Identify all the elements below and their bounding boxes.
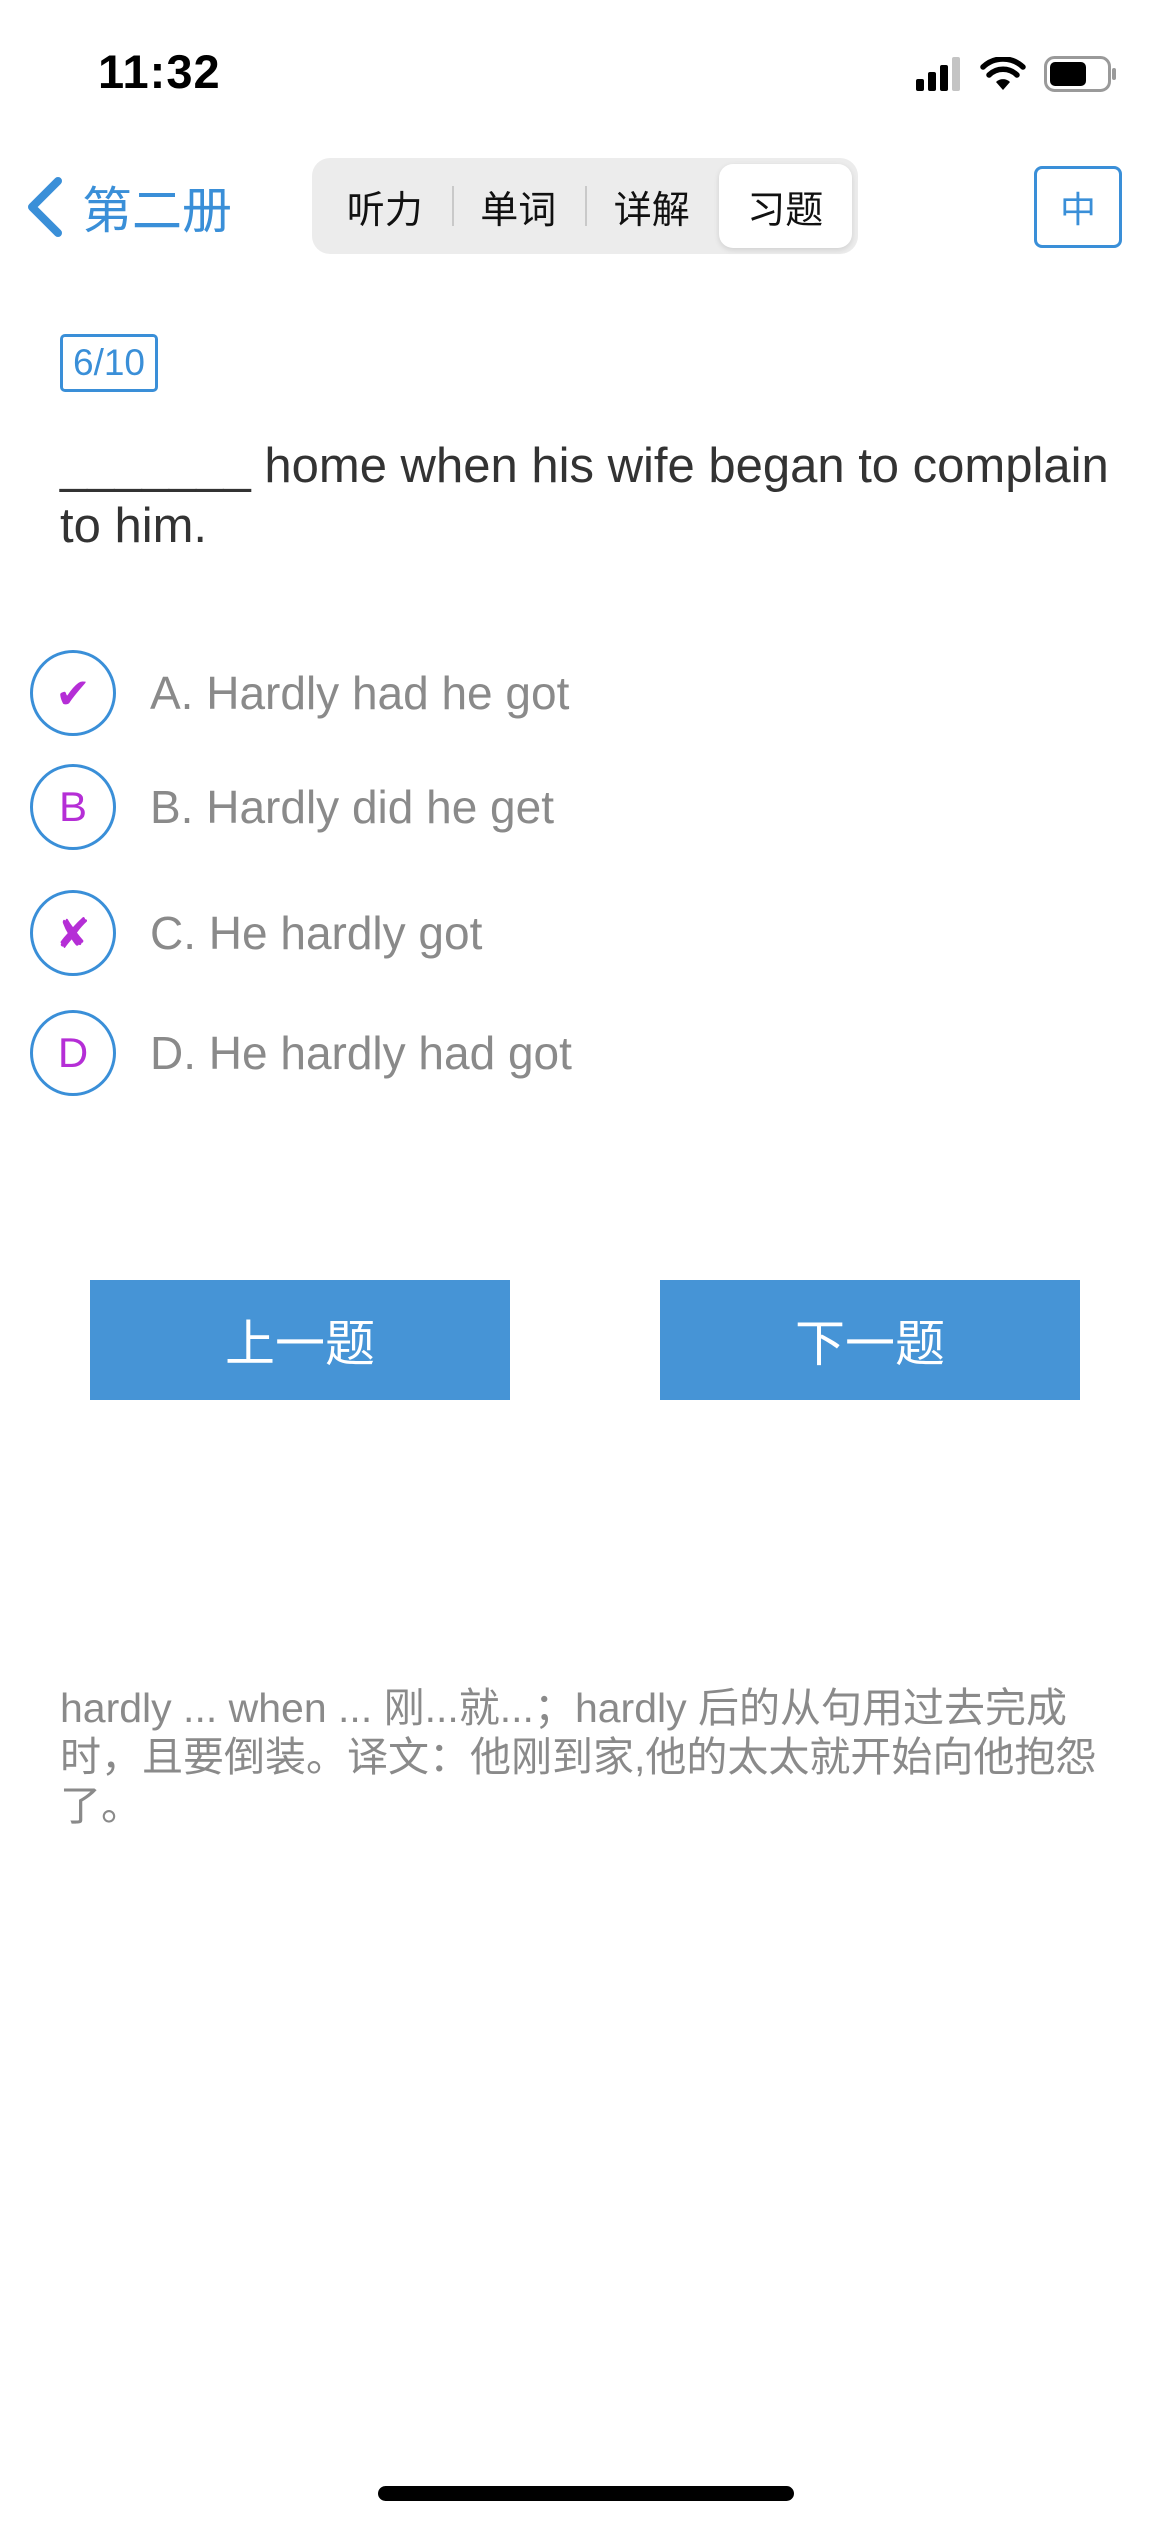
tab-vocabulary[interactable]: 单词	[451, 164, 586, 248]
check-icon: ✔	[30, 650, 116, 736]
question-progress-badge: 6/10	[60, 334, 159, 392]
option-a-text: A. Hardly had he got	[150, 667, 570, 719]
previous-question-button[interactable]: 上一题	[90, 1280, 510, 1400]
option-d-marker: D	[30, 1010, 116, 1096]
option-b-marker: B	[30, 764, 116, 850]
status-time: 11:32	[98, 45, 221, 98]
back-label: 第二册	[82, 183, 232, 239]
battery-icon	[1044, 56, 1116, 92]
option-c-text: C. He hardly got	[150, 907, 483, 959]
tab-exercises[interactable]: 习题	[718, 164, 852, 248]
status-icons	[916, 52, 1118, 96]
back-button[interactable]: 第二册	[22, 172, 232, 242]
tab-listening[interactable]: 听力	[318, 164, 452, 248]
option-c[interactable]: ✘ C. He hardly got	[30, 888, 1030, 978]
option-d[interactable]: D D. He hardly had got	[30, 1008, 1030, 1098]
option-a[interactable]: ✔ A. Hardly had he got	[30, 648, 1030, 738]
section-tabs: 听力 单词 详解 习题	[312, 158, 858, 254]
chevron-left-icon	[28, 177, 62, 237]
home-indicator[interactable]	[378, 2486, 794, 2501]
signal-icon	[916, 57, 960, 91]
question-text: _______ home when his wife began to comp…	[60, 439, 1109, 553]
cross-icon: ✘	[30, 890, 116, 976]
tab-explanation[interactable]: 详解	[585, 164, 719, 248]
answer-explanation: hardly ... when ... 刚...就...；hardly 后的从句…	[60, 1685, 1097, 1829]
language-toggle-button[interactable]: 中	[1034, 166, 1122, 248]
option-b[interactable]: B B. Hardly did he get	[30, 762, 1030, 852]
next-question-button[interactable]: 下一题	[660, 1280, 1080, 1400]
option-d-text: D. He hardly had got	[150, 1027, 572, 1079]
wifi-icon	[980, 57, 1026, 90]
option-b-text: B. Hardly did he get	[150, 781, 555, 833]
